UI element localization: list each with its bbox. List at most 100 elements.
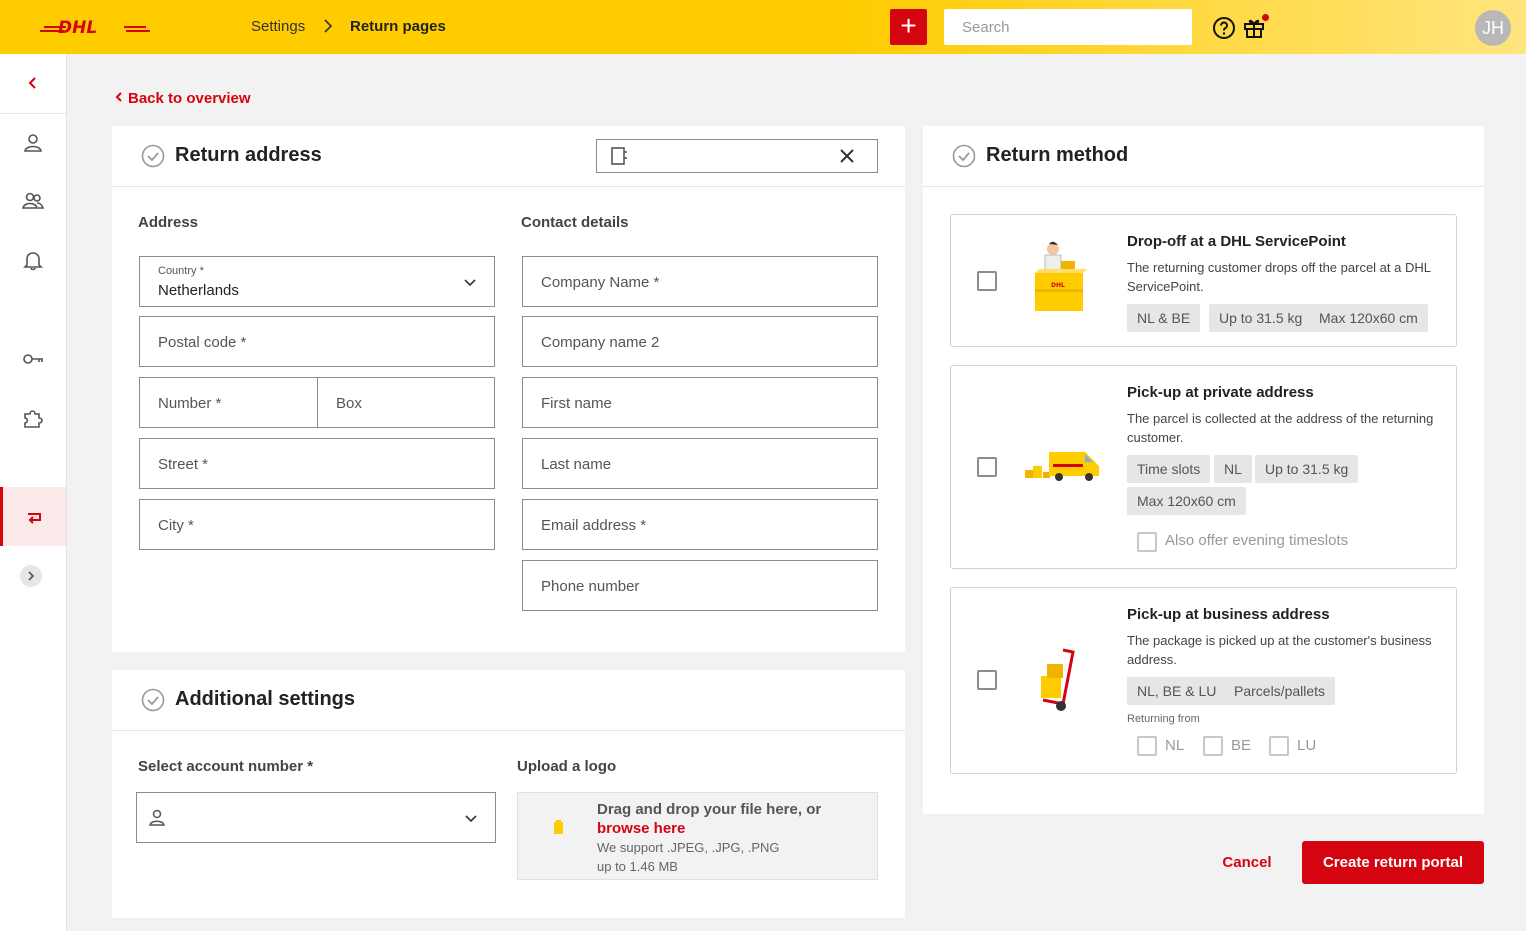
chip-weight: Up to 31.5 kg: [1255, 455, 1359, 483]
city-placeholder: City *: [158, 517, 194, 534]
return-icon[interactable]: [0, 487, 66, 546]
company-name-placeholder: Company Name *: [541, 274, 660, 291]
card-header: Return address: [112, 126, 905, 187]
contact-section-label: Contact details: [521, 214, 629, 231]
bell-icon[interactable]: [0, 240, 66, 280]
file-icon: [554, 820, 563, 834]
first-name-field[interactable]: First name: [522, 377, 878, 428]
number-field[interactable]: Number *: [139, 377, 318, 428]
logo-upload-dropzone[interactable]: Drag and drop your file here, or browse …: [517, 792, 878, 880]
logo-text: DHL: [58, 18, 97, 38]
chip-size: Max 120x60 cm: [1127, 487, 1246, 515]
email-field[interactable]: Email address *: [522, 499, 878, 550]
additional-settings-card: Additional settings Select account numbe…: [112, 670, 905, 918]
company-name-2-placeholder: Company name 2: [541, 334, 660, 351]
chip-weight: Up to 31.5 kg: [1209, 304, 1313, 332]
additional-settings-title: Additional settings: [175, 688, 355, 710]
returning-from-label: Returning from: [1127, 713, 1200, 725]
chip-countries: NL: [1214, 455, 1252, 483]
svg-text:DHL: DHL: [1051, 282, 1065, 289]
address-book-field[interactable]: [596, 139, 878, 173]
check-circle-icon: [141, 144, 165, 168]
option-servicepoint[interactable]: DHL Drop-off at a DHL ServicePoint The r…: [950, 214, 1457, 347]
return-address-card: Return address Address Contact details C…: [112, 126, 905, 652]
business-pickup-description: The package is picked up at the customer…: [1127, 633, 1432, 667]
chevron-right-icon: [324, 19, 333, 33]
delivery-van-illustration: [1025, 452, 1099, 481]
country-lu-checkbox[interactable]: [1269, 736, 1289, 756]
evening-timeslots-label: Also offer evening timeslots: [1165, 532, 1349, 549]
return-address-title: Return address: [175, 144, 322, 166]
card-header: Return method: [923, 126, 1484, 187]
card-header: Additional settings: [112, 670, 905, 731]
chevron-down-icon: [464, 279, 476, 287]
last-name-field[interactable]: Last name: [522, 438, 878, 489]
chip-countries: NL & BE: [1127, 304, 1201, 332]
notification-dot: [1262, 14, 1269, 21]
chip-countries: NL, BE & LU: [1127, 677, 1227, 705]
country-nl-checkbox[interactable]: [1137, 736, 1157, 756]
close-icon[interactable]: [839, 148, 855, 164]
country-value: Netherlands: [158, 282, 239, 299]
avatar[interactable]: JH: [1475, 10, 1511, 46]
upload-instructions: Drag and drop your file here, or: [597, 801, 822, 818]
servicepoint-title: Drop-off at a DHL ServicePoint: [1127, 233, 1346, 250]
back-to-overview-link[interactable]: Back to overview: [114, 90, 251, 107]
business-pickup-checkbox[interactable]: [977, 670, 997, 690]
dhl-logo[interactable]: DHL: [40, 16, 150, 38]
postal-code-placeholder: Postal code *: [158, 334, 247, 351]
hand-truck-illustration: [1041, 648, 1075, 711]
address-book-icon[interactable]: [609, 146, 629, 166]
last-name-placeholder: Last name: [541, 456, 612, 473]
country-be-label: BE: [1231, 737, 1252, 754]
servicepoint-checkbox[interactable]: [977, 271, 997, 291]
breadcrumb-settings[interactable]: Settings: [251, 18, 305, 35]
postal-code-field[interactable]: Postal code *: [139, 316, 495, 367]
create-return-portal-button[interactable]: Create return portal: [1302, 841, 1484, 884]
option-business-pickup[interactable]: Pick-up at business address The package …: [950, 587, 1457, 774]
country-lu-label: LU: [1297, 737, 1317, 754]
browse-link[interactable]: browse here: [597, 820, 685, 837]
company-name-field[interactable]: Company Name *: [522, 256, 878, 307]
private-pickup-checkbox[interactable]: [977, 457, 997, 477]
private-pickup-title: Pick-up at private address: [1127, 384, 1314, 401]
key-icon[interactable]: [0, 339, 66, 379]
city-field[interactable]: City *: [139, 499, 495, 550]
evening-timeslots-checkbox[interactable]: [1137, 532, 1157, 552]
account-number-select[interactable]: [136, 792, 496, 843]
user-icon[interactable]: [0, 123, 66, 163]
country-nl-label: NL: [1165, 737, 1185, 754]
sidebar: [0, 54, 67, 931]
sidebar-divider: [0, 113, 66, 114]
users-icon[interactable]: [0, 181, 66, 221]
country-be-checkbox[interactable]: [1203, 736, 1223, 756]
number-placeholder: Number *: [158, 395, 222, 412]
country-select[interactable]: Country * Netherlands: [139, 256, 495, 307]
search-input[interactable]: [944, 9, 1192, 45]
puzzle-icon[interactable]: [0, 398, 66, 438]
box-placeholder: Box: [336, 395, 362, 412]
top-bar: DHL Settings Return pages + JH: [0, 0, 1526, 54]
return-method-title: Return method: [986, 144, 1129, 166]
box-field[interactable]: Box: [317, 377, 495, 428]
expand-icon[interactable]: [20, 565, 42, 587]
chip-size: Max 120x60 cm: [1309, 304, 1428, 332]
phone-field[interactable]: Phone number: [522, 560, 878, 611]
country-label: Country *: [158, 265, 204, 277]
street-field[interactable]: Street *: [139, 438, 495, 489]
street-placeholder: Street *: [158, 456, 209, 473]
upload-formats: We support .JPEG, .JPG, .PNG: [597, 840, 780, 855]
chip-time-slots: Time slots: [1127, 455, 1211, 483]
check-circle-icon: [952, 144, 976, 168]
servicepoint-illustration: DHL: [1035, 241, 1087, 311]
add-button[interactable]: +: [890, 9, 927, 45]
company-name-2-field[interactable]: Company name 2: [522, 316, 878, 367]
upload-logo-label: Upload a logo: [517, 758, 617, 775]
business-pickup-title: Pick-up at business address: [1127, 606, 1330, 623]
servicepoint-description: The returning customer drops off the par…: [1127, 260, 1431, 294]
check-circle-icon: [141, 688, 165, 712]
option-private-pickup[interactable]: Pick-up at private address The parcel is…: [950, 365, 1457, 569]
help-icon[interactable]: [1212, 16, 1236, 40]
cancel-button[interactable]: Cancel: [1206, 842, 1288, 884]
collapse-icon[interactable]: [0, 63, 66, 103]
